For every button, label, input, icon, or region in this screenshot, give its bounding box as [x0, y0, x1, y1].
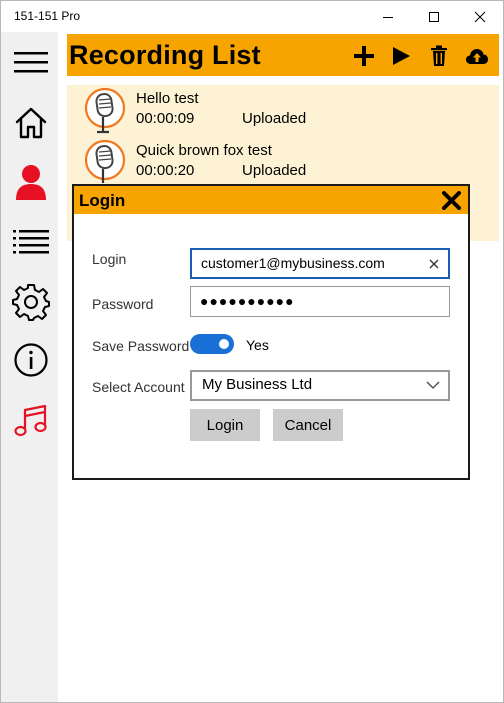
minimize-icon: [383, 16, 393, 18]
login-label: Login: [92, 251, 127, 267]
recording-name: Hello test: [136, 90, 199, 107]
hamburger-menu-icon: [14, 52, 48, 73]
close-window-button[interactable]: [457, 1, 503, 32]
sidebar-item-home[interactable]: [9, 101, 53, 145]
info-icon: [14, 343, 48, 377]
maximize-icon: [429, 11, 439, 22]
home-icon: [15, 107, 47, 139]
password-input-value: ●●●●●●●●●●: [200, 293, 295, 309]
sidebar-item-list[interactable]: [9, 220, 53, 264]
close-x-icon: [441, 190, 461, 210]
clear-icon: [429, 259, 439, 269]
password-label: Password: [92, 296, 154, 312]
maximize-button[interactable]: [411, 1, 457, 32]
save-password-toggle[interactable]: [190, 334, 234, 354]
clear-input-button[interactable]: [426, 256, 442, 272]
recording-duration: 00:00:09: [136, 110, 195, 127]
music-note-icon: [14, 404, 47, 437]
dialog-title: Login: [79, 191, 126, 210]
gear-icon: [12, 284, 50, 321]
sidebar-item-info[interactable]: [9, 338, 53, 382]
login-dialog: Login Login customer1@mybusiness.com Pas…: [72, 184, 470, 480]
play-button[interactable]: [386, 42, 416, 70]
delete-button[interactable]: [424, 42, 454, 70]
select-account-label: Select Account: [92, 379, 185, 395]
chevron-down-icon: [426, 381, 440, 389]
trash-icon: [431, 45, 447, 66]
hamburger-menu-button[interactable]: [9, 40, 53, 84]
microphone-icon: [84, 140, 126, 183]
dialog-header: Login: [74, 186, 468, 214]
login-button[interactable]: Login: [190, 409, 260, 441]
select-account-value: My Business Ltd: [202, 376, 313, 393]
recording-list-item[interactable]: Hello test 00:00:09 Uploaded: [67, 85, 499, 137]
user-icon: [16, 165, 46, 200]
toggle-knob: [219, 339, 229, 349]
sidebar-item-user[interactable]: [9, 160, 53, 204]
recording-status: Uploaded: [242, 110, 307, 127]
recording-name: Quick brown fox test: [136, 142, 272, 159]
save-password-state: Yes: [246, 337, 269, 353]
app-window: 151-151 Pro Recording List Hello test 00…: [0, 0, 504, 703]
upload-button[interactable]: [462, 42, 492, 70]
minimize-button[interactable]: [365, 1, 411, 32]
add-recording-button[interactable]: [349, 42, 379, 70]
recording-list-header: Recording List: [67, 34, 499, 76]
login-input-value: customer1@mybusiness.com: [201, 255, 385, 271]
page-title: Recording List: [69, 40, 261, 70]
recording-list-item[interactable]: Quick brown fox test 00:00:20 Uploaded: [67, 137, 499, 189]
select-account-dropdown[interactable]: My Business Ltd: [190, 370, 450, 401]
recording-duration: 00:00:20: [136, 162, 195, 179]
close-icon: [474, 11, 486, 22]
dialog-close-button[interactable]: [440, 189, 462, 211]
plus-icon: [354, 46, 374, 66]
login-input[interactable]: customer1@mybusiness.com: [190, 248, 450, 279]
list-icon: [13, 230, 49, 254]
cloud-upload-icon: [466, 49, 488, 64]
title-bar: 151-151 Pro: [1, 1, 503, 32]
window-title: 151-151 Pro: [14, 9, 81, 23]
sidebar-item-settings[interactable]: [9, 280, 53, 324]
sidebar-nav: [1, 32, 58, 702]
save-password-label: Save Password: [92, 338, 190, 354]
microphone-icon: [84, 88, 126, 134]
sidebar-item-music[interactable]: [9, 399, 53, 443]
cancel-button[interactable]: Cancel: [273, 409, 343, 441]
play-icon: [393, 47, 410, 65]
recording-status: Uploaded: [242, 162, 307, 179]
password-input[interactable]: ●●●●●●●●●●: [190, 286, 450, 317]
